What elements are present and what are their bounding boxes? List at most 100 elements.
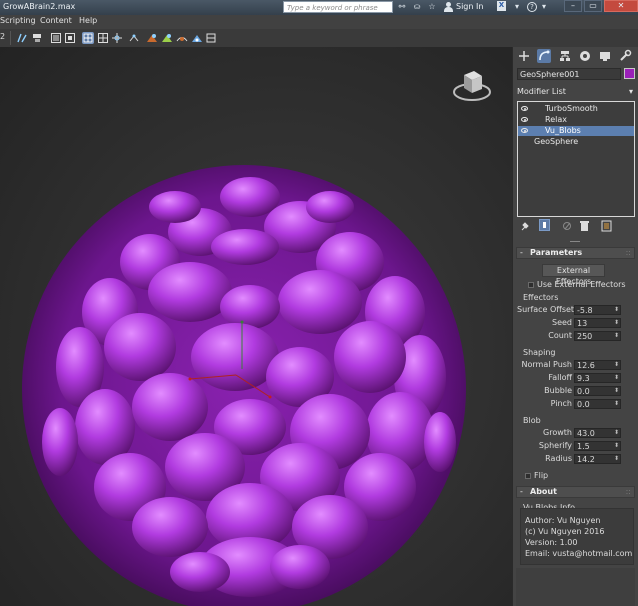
view-cube-icon[interactable]: [448, 65, 496, 109]
panel-empty-area: [516, 568, 635, 606]
stack-item-vu-blobs[interactable]: Vu_Blobs: [518, 126, 634, 136]
panel-divider: [570, 241, 580, 242]
menu-bar: Scripting Content Help: [0, 15, 638, 30]
search-input[interactable]: Type a keyword or phrase: [283, 1, 393, 13]
toolbar-separator: [10, 31, 11, 45]
modify-icon[interactable]: [537, 49, 551, 63]
title-bar: GrowABrain2.max Type a keyword or phrase…: [0, 0, 638, 15]
configure-modifier-sets-icon[interactable]: [601, 220, 612, 232]
spinner-arrows-icon[interactable]: ⬍: [614, 441, 619, 450]
show-end-result-icon[interactable]: [539, 219, 550, 231]
modifier-stack[interactable]: TurboSmooth Relax Vu_Blobs GeoSphere: [517, 101, 635, 217]
stack-item-turbosmooth[interactable]: TurboSmooth: [518, 104, 634, 114]
stack-item-relax[interactable]: Relax: [518, 115, 634, 125]
use-external-effectors-checkbox[interactable]: [528, 282, 534, 288]
help-arrow-icon[interactable]: ▾: [539, 2, 549, 12]
spinner-arrows-icon[interactable]: ⬍: [614, 373, 619, 382]
reference-coord-icon[interactable]: [128, 32, 140, 44]
growth-spinner[interactable]: 43.0 ⬍: [574, 428, 621, 438]
eye-icon[interactable]: [521, 128, 528, 133]
menu-scripting[interactable]: Scripting: [0, 16, 36, 25]
spinner-arrows-icon[interactable]: ⬍: [614, 360, 619, 369]
chevron-down-icon: ▾: [628, 87, 633, 96]
maximize-button[interactable]: ▭: [584, 0, 602, 12]
pinch-spinner[interactable]: 0.0 ⬍: [574, 399, 621, 409]
spinner-arrows-icon[interactable]: ⬍: [614, 305, 619, 314]
select-object-icon[interactable]: [82, 32, 94, 44]
eye-icon[interactable]: [521, 106, 528, 111]
spinner-value: 43.0: [577, 429, 595, 438]
create-icon[interactable]: [517, 49, 531, 63]
spinner-value: 13: [577, 319, 588, 328]
bubble-spinner[interactable]: 0.0 ⬍: [574, 386, 621, 396]
blob-lump: [132, 497, 208, 557]
motion-icon[interactable]: [578, 49, 592, 63]
flip-checkbox[interactable]: [525, 473, 531, 479]
spinner-arrows-icon[interactable]: ⬍: [614, 331, 619, 340]
about-author: Author: Vu Nguyen: [525, 516, 601, 525]
window-title: GrowABrain2.max: [3, 2, 76, 11]
make-unique-icon[interactable]: [562, 220, 573, 232]
surface-offset-spinner[interactable]: -5.8 ⬍: [574, 305, 621, 315]
blob-lump: [424, 412, 456, 472]
eye-icon[interactable]: [521, 117, 528, 122]
select-rotate-icon[interactable]: [111, 32, 123, 44]
object-color-swatch[interactable]: [624, 68, 635, 79]
seed-spinner[interactable]: 13 ⬍: [574, 318, 621, 328]
rollout-title: Parameters: [530, 248, 583, 257]
mirror-icon[interactable]: [161, 32, 173, 44]
sign-in-link[interactable]: Sign In: [456, 2, 483, 11]
help-dropdown-icon[interactable]: ▾: [512, 2, 522, 12]
normal-push-spinner[interactable]: 12.6 ⬍: [574, 360, 621, 370]
utilities-icon[interactable]: [618, 49, 632, 63]
hierarchy-icon[interactable]: [558, 49, 572, 63]
close-button[interactable]: ✕: [604, 0, 638, 12]
spinner-value: 0.0: [577, 400, 590, 409]
parameters-rollout-header[interactable]: - Parameters ::: [516, 247, 635, 259]
about-copyright: (c) Vu Nguyen 2016: [525, 527, 605, 536]
favorites-star-icon[interactable]: ☆: [427, 2, 437, 12]
stack-item-geosphere[interactable]: GeoSphere: [518, 137, 634, 147]
layer-explorer-icon[interactable]: [191, 32, 203, 44]
menu-help[interactable]: Help: [79, 16, 97, 25]
blob-lump: [270, 545, 330, 589]
pin-stack-icon[interactable]: [520, 220, 531, 232]
selection-filter-icon[interactable]: [31, 32, 43, 44]
spinner-value: 12.6: [577, 361, 595, 370]
radius-spinner[interactable]: 14.2 ⬍: [574, 454, 621, 464]
count-spinner[interactable]: 250 ⬍: [574, 331, 621, 341]
spinner-arrows-icon[interactable]: ⬍: [614, 454, 619, 463]
select-link-icon[interactable]: [16, 32, 28, 44]
external-effectors-button[interactable]: External Effectors: [542, 264, 605, 286]
menu-content[interactable]: Content: [40, 16, 72, 25]
normal-push-label: Normal Push: [521, 360, 572, 369]
toggle-ribbon-icon[interactable]: [205, 32, 217, 44]
spinner-arrows-icon[interactable]: ⬍: [614, 399, 619, 408]
window-crossing-icon[interactable]: [64, 32, 76, 44]
blob-lump: [220, 177, 280, 217]
exchange-apps-icon[interactable]: X: [497, 1, 506, 11]
perspective-viewport[interactable]: [0, 47, 512, 606]
count-label: Count: [548, 331, 572, 340]
spinner-arrows-icon[interactable]: ⬍: [614, 318, 619, 327]
spinner-arrows-icon[interactable]: ⬍: [614, 386, 619, 395]
object-name-field[interactable]: GeoSphere001: [517, 68, 621, 80]
named-selection-icon[interactable]: [146, 32, 158, 44]
display-icon[interactable]: [598, 49, 612, 63]
modifier-list-dropdown[interactable]: Modifier List ▾: [517, 86, 635, 98]
about-rollout-header[interactable]: - About ::: [516, 486, 635, 498]
falloff-label: Falloff: [548, 373, 572, 382]
communication-center-icon[interactable]: ⛀: [412, 2, 422, 12]
spherify-spinner[interactable]: 1.5 ⬍: [574, 441, 621, 451]
falloff-spinner[interactable]: 9.3 ⬍: [574, 373, 621, 383]
blob-lump: [170, 552, 230, 592]
align-icon[interactable]: [176, 32, 188, 44]
spinner-arrows-icon[interactable]: ⬍: [614, 428, 619, 437]
select-by-name-icon[interactable]: [50, 32, 62, 44]
help-icon[interactable]: ?: [527, 2, 537, 12]
binoculars-icon[interactable]: ⚯: [397, 2, 407, 12]
minimize-button[interactable]: –: [564, 0, 582, 12]
select-move-icon[interactable]: [97, 32, 109, 44]
blob-lump: [278, 270, 362, 334]
remove-modifier-icon[interactable]: [579, 220, 590, 232]
